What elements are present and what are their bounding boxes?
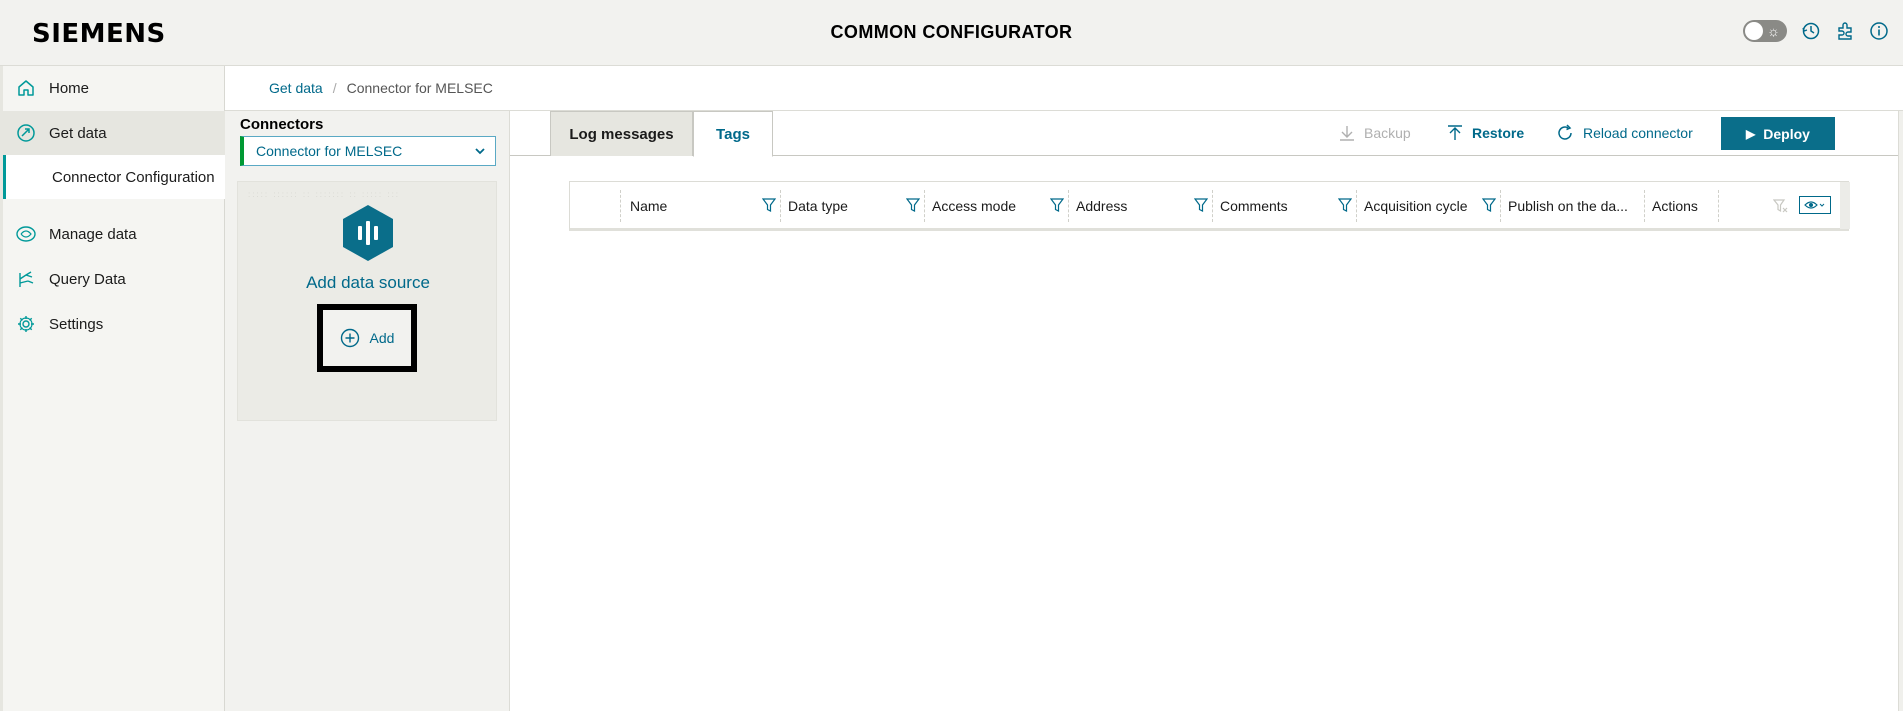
data-source-icon bbox=[341, 204, 395, 262]
breadcrumb-separator: / bbox=[332, 80, 337, 96]
add-data-source-card: ::::: :::::: :: ::::::: :: ::::: ::: Add… bbox=[237, 181, 497, 421]
restore-button[interactable]: Restore bbox=[1446, 122, 1524, 144]
column-acquisition-cycle[interactable]: Acquisition cycle bbox=[1364, 182, 1500, 229]
eye-icon bbox=[1804, 199, 1826, 211]
connectors-panel: Connectors Connector for MELSEC ::::: ::… bbox=[225, 111, 510, 711]
siemens-logo: SIEMENS bbox=[32, 19, 166, 49]
query-data-icon bbox=[15, 268, 37, 290]
reload-label: Reload connector bbox=[1583, 125, 1693, 141]
column-label: Address bbox=[1076, 197, 1128, 214]
clear-filter-icon[interactable] bbox=[1770, 182, 1792, 229]
column-separator bbox=[1212, 190, 1213, 222]
column-separator bbox=[1644, 190, 1645, 222]
filter-icon[interactable] bbox=[1194, 197, 1208, 213]
filter-icon[interactable] bbox=[1482, 197, 1496, 213]
column-label: Comments bbox=[1220, 197, 1288, 214]
backup-label: Backup bbox=[1364, 125, 1411, 141]
manage-data-icon bbox=[15, 223, 37, 245]
header-actions: ☼ bbox=[1743, 20, 1903, 42]
sidebar-item-label: Manage data bbox=[49, 225, 137, 243]
filter-icon[interactable] bbox=[1050, 197, 1064, 213]
reload-icon bbox=[1555, 123, 1575, 143]
column-visibility-button[interactable] bbox=[1799, 196, 1831, 214]
column-publish[interactable]: Publish on the da... bbox=[1508, 182, 1644, 229]
play-icon: ▶ bbox=[1746, 126, 1756, 141]
add-data-source-label: Add data source bbox=[306, 273, 430, 292]
sidebar-item-home[interactable]: Home bbox=[3, 66, 225, 110]
sidebar: Home Get data Connector Configuration Ma… bbox=[0, 66, 225, 711]
plugin-icon[interactable] bbox=[1835, 20, 1855, 42]
breadcrumb-current: Connector for MELSEC bbox=[346, 80, 493, 96]
add-button-label: Add bbox=[369, 330, 395, 346]
column-label: Data type bbox=[788, 197, 848, 214]
settings-icon bbox=[15, 313, 37, 335]
column-separator bbox=[1068, 190, 1069, 222]
backup-button[interactable]: Backup bbox=[1338, 122, 1411, 144]
sidebar-item-settings[interactable]: Settings bbox=[3, 302, 225, 346]
sidebar-item-query-data[interactable]: Query Data bbox=[3, 257, 225, 301]
sidebar-item-label: Query Data bbox=[49, 270, 126, 288]
reload-connector-button[interactable]: Reload connector bbox=[1555, 122, 1693, 144]
get-data-icon bbox=[15, 122, 37, 144]
home-icon bbox=[15, 77, 37, 99]
column-access-mode[interactable]: Access mode bbox=[932, 182, 1068, 229]
column-name[interactable]: Name bbox=[630, 182, 780, 229]
connector-select[interactable]: Connector for MELSEC bbox=[240, 136, 496, 166]
restore-label: Restore bbox=[1472, 125, 1525, 141]
sidebar-item-get-data[interactable]: Get data bbox=[3, 111, 225, 155]
sidebar-item-label: Connector Configuration bbox=[52, 168, 215, 186]
connector-select-value: Connector for MELSEC bbox=[256, 143, 403, 159]
theme-toggle[interactable]: ☼ bbox=[1743, 20, 1787, 42]
filter-icon[interactable] bbox=[762, 197, 776, 213]
history-icon[interactable] bbox=[1801, 20, 1821, 42]
column-comments[interactable]: Comments bbox=[1220, 182, 1356, 229]
plus-circle-icon bbox=[340, 328, 360, 348]
column-actions: Actions bbox=[1652, 182, 1718, 229]
sidebar-item-label: Home bbox=[49, 79, 90, 97]
column-separator bbox=[1718, 190, 1719, 222]
column-separator bbox=[1500, 190, 1501, 222]
tab-tags[interactable]: Tags bbox=[693, 111, 773, 157]
sidebar-item-label: Get data bbox=[49, 124, 107, 142]
download-icon bbox=[1338, 124, 1356, 142]
chevron-down-icon bbox=[473, 144, 487, 161]
breadcrumb: Get data / Connector for MELSEC bbox=[269, 80, 493, 96]
sun-icon: ☼ bbox=[1767, 23, 1780, 39]
sidebar-item-label: Settings bbox=[49, 315, 104, 333]
deploy-button[interactable]: ▶ Deploy bbox=[1721, 117, 1835, 150]
deploy-label: Deploy bbox=[1763, 125, 1810, 142]
column-separator bbox=[924, 190, 925, 222]
tab-log-messages[interactable]: Log messages bbox=[550, 111, 693, 156]
column-address[interactable]: Address bbox=[1076, 182, 1212, 229]
info-icon[interactable] bbox=[1869, 20, 1889, 42]
connectors-title: Connectors bbox=[240, 116, 324, 133]
filter-icon[interactable] bbox=[1338, 197, 1352, 213]
column-data-type[interactable]: Data type bbox=[788, 182, 924, 229]
upload-icon bbox=[1446, 124, 1464, 142]
toggle-knob bbox=[1745, 22, 1763, 40]
column-separator bbox=[780, 190, 781, 222]
sidebar-item-connector-configuration[interactable]: Connector Configuration bbox=[3, 155, 225, 199]
column-label: Actions bbox=[1652, 197, 1698, 214]
app-title: COMMON CONFIGURATOR bbox=[830, 22, 1073, 42]
column-label: Access mode bbox=[932, 197, 1017, 214]
sidebar-item-manage-data[interactable]: Manage data bbox=[3, 212, 225, 256]
add-data-source-button[interactable]: Add bbox=[317, 304, 417, 372]
column-label: Acquisition cycle bbox=[1364, 197, 1468, 214]
column-separator bbox=[1356, 190, 1357, 222]
tags-table-header: Name Data type Access mode Address Comme… bbox=[569, 181, 1850, 231]
header-scroll-gutter bbox=[1840, 182, 1850, 229]
filter-icon[interactable] bbox=[906, 197, 920, 213]
column-label: Publish on the da... bbox=[1508, 197, 1628, 214]
breadcrumb-get-data[interactable]: Get data bbox=[269, 80, 323, 96]
scrollbar[interactable] bbox=[1898, 111, 1903, 711]
column-separator bbox=[620, 190, 621, 222]
app-header: SIEMENS COMMON CONFIGURATOR ☼ bbox=[0, 0, 1903, 66]
column-label: Name bbox=[630, 197, 668, 214]
